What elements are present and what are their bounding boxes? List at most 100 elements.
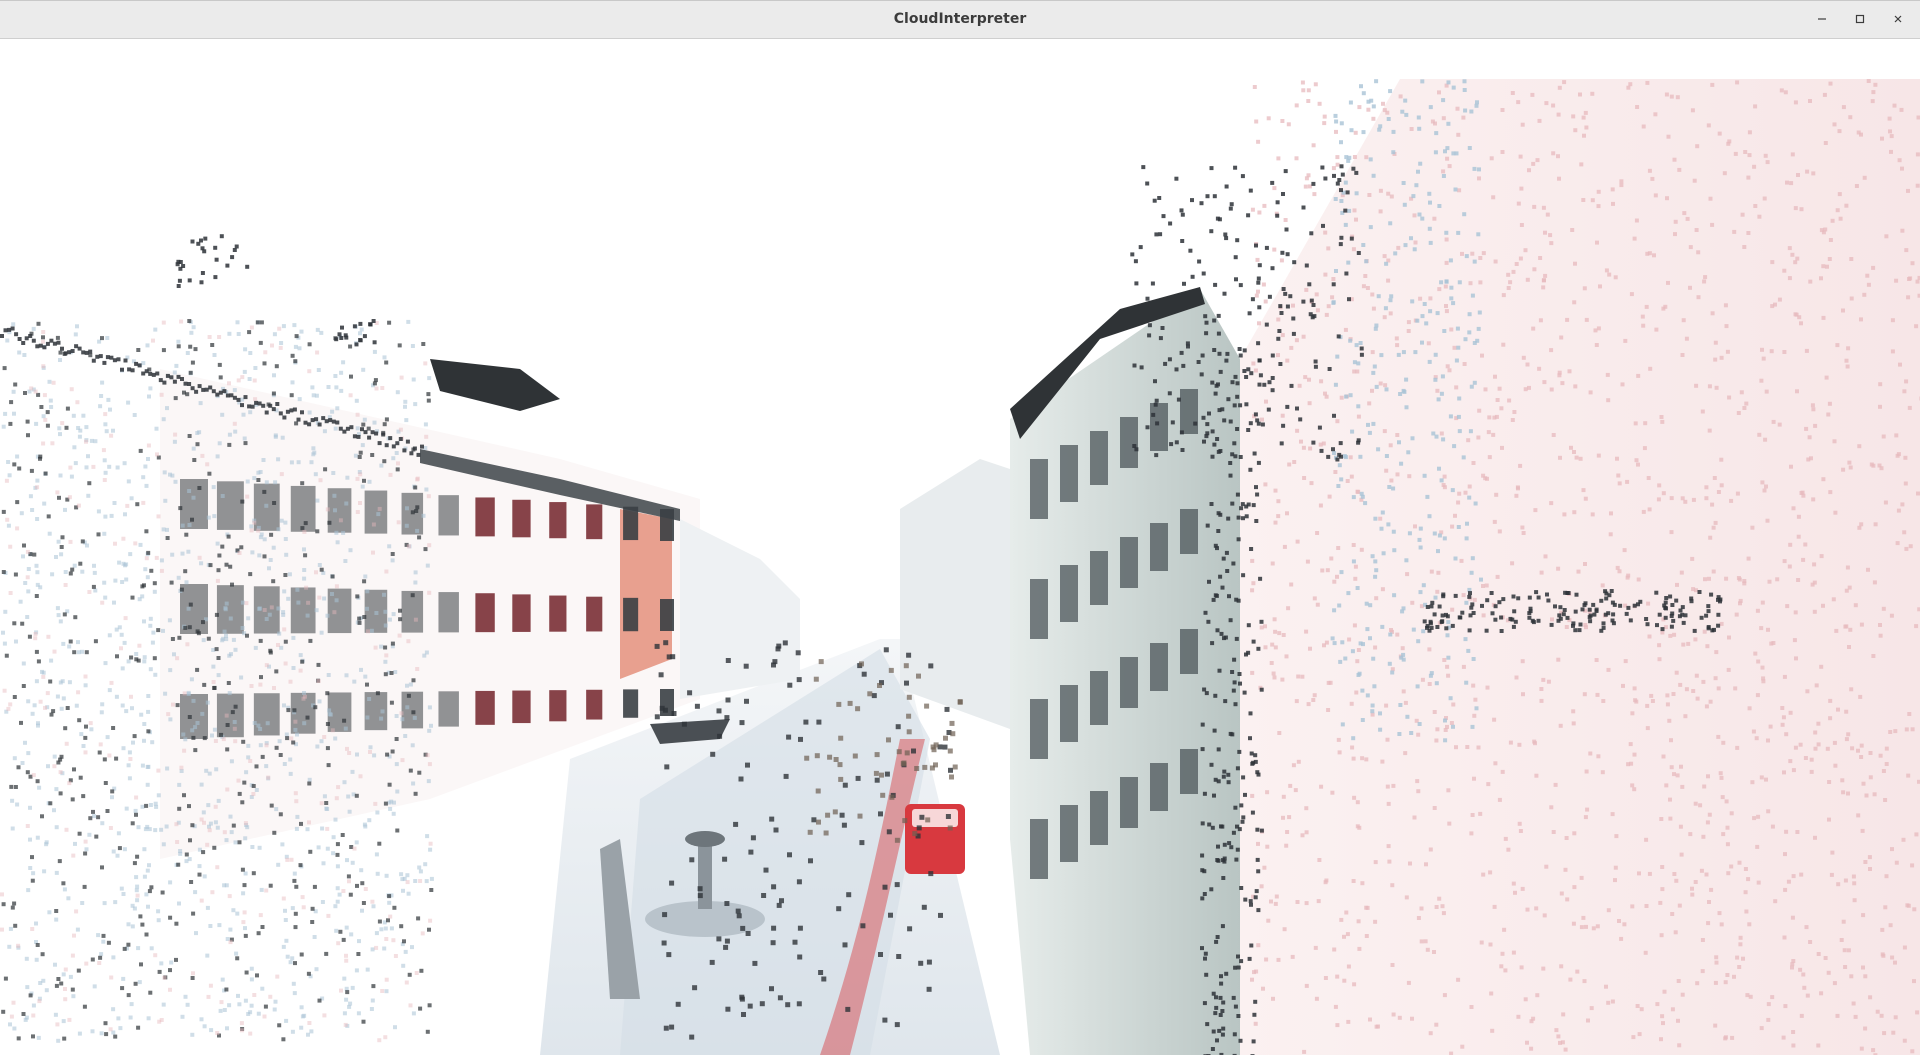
point (1356, 648, 1361, 652)
point (1770, 824, 1775, 829)
point (1478, 811, 1483, 816)
point (1449, 327, 1454, 332)
point (168, 987, 172, 992)
point (388, 806, 393, 811)
point (1691, 497, 1696, 502)
point (1787, 246, 1792, 251)
point (1723, 980, 1728, 985)
point (183, 994, 188, 999)
point (1300, 80, 1305, 85)
point (1596, 326, 1601, 331)
point (1753, 104, 1758, 109)
point (169, 375, 174, 380)
point (1376, 294, 1381, 299)
point (3, 411, 8, 416)
point (1401, 350, 1406, 355)
point (816, 719, 822, 725)
point (1383, 383, 1388, 388)
point (929, 765, 935, 771)
point (1626, 605, 1631, 610)
point (1724, 576, 1729, 581)
point (328, 712, 333, 717)
point (222, 830, 227, 835)
point (1571, 623, 1575, 628)
point (1843, 965, 1848, 969)
point (1573, 128, 1578, 133)
point (808, 858, 813, 864)
point (1789, 181, 1794, 186)
point (25, 770, 30, 775)
minimize-button[interactable] (1812, 9, 1832, 29)
point (1827, 780, 1832, 784)
point (1750, 525, 1755, 530)
point (1790, 252, 1795, 257)
point (60, 679, 65, 684)
point (326, 913, 331, 918)
point (69, 474, 74, 479)
point (1412, 213, 1417, 218)
point (38, 585, 43, 590)
point (1358, 341, 1363, 345)
maximize-button[interactable] (1850, 9, 1870, 29)
point (1463, 337, 1468, 342)
point (1755, 844, 1760, 849)
point (65, 406, 70, 411)
point (28, 494, 33, 499)
point (88, 353, 93, 358)
point (1343, 180, 1348, 185)
point (1845, 565, 1850, 570)
point (1736, 411, 1741, 415)
point (14, 639, 18, 644)
point (1399, 461, 1404, 466)
point (1616, 473, 1621, 478)
point (1364, 259, 1369, 264)
point (426, 494, 431, 499)
point (1568, 977, 1573, 982)
point (122, 640, 127, 645)
point (661, 940, 667, 946)
point (99, 394, 104, 398)
point (92, 984, 97, 989)
point (276, 862, 281, 867)
point (1344, 271, 1349, 276)
point (1236, 1014, 1241, 1018)
point (1273, 520, 1278, 525)
point (1556, 566, 1561, 571)
point (403, 734, 408, 738)
point (1390, 670, 1395, 675)
point (1373, 326, 1378, 331)
point-cloud-canvas[interactable] (0, 39, 1920, 1055)
point (1488, 870, 1493, 875)
point-cloud-viewport[interactable] (0, 39, 1920, 1055)
point (220, 544, 225, 549)
point (133, 541, 138, 546)
point (1738, 942, 1743, 947)
point (1631, 1035, 1636, 1040)
point (30, 855, 34, 860)
point (1382, 254, 1387, 259)
point (421, 513, 426, 518)
close-button[interactable] (1888, 9, 1908, 29)
point (883, 647, 889, 653)
point (84, 439, 88, 444)
point (340, 325, 344, 330)
point (62, 1036, 67, 1041)
point (81, 794, 86, 799)
title-bar[interactable]: CloudInterpreter (0, 0, 1920, 39)
point (771, 925, 777, 931)
point (1307, 184, 1312, 189)
point (1799, 321, 1803, 326)
point (1350, 745, 1355, 750)
point (1250, 297, 1255, 302)
point (100, 600, 105, 605)
point (283, 918, 288, 922)
point (145, 868, 150, 873)
point (314, 608, 319, 613)
point (1680, 784, 1685, 789)
point (1477, 167, 1481, 172)
point (1543, 273, 1548, 278)
point (225, 393, 230, 398)
point (162, 975, 167, 980)
point (1228, 473, 1233, 478)
point (347, 879, 351, 884)
